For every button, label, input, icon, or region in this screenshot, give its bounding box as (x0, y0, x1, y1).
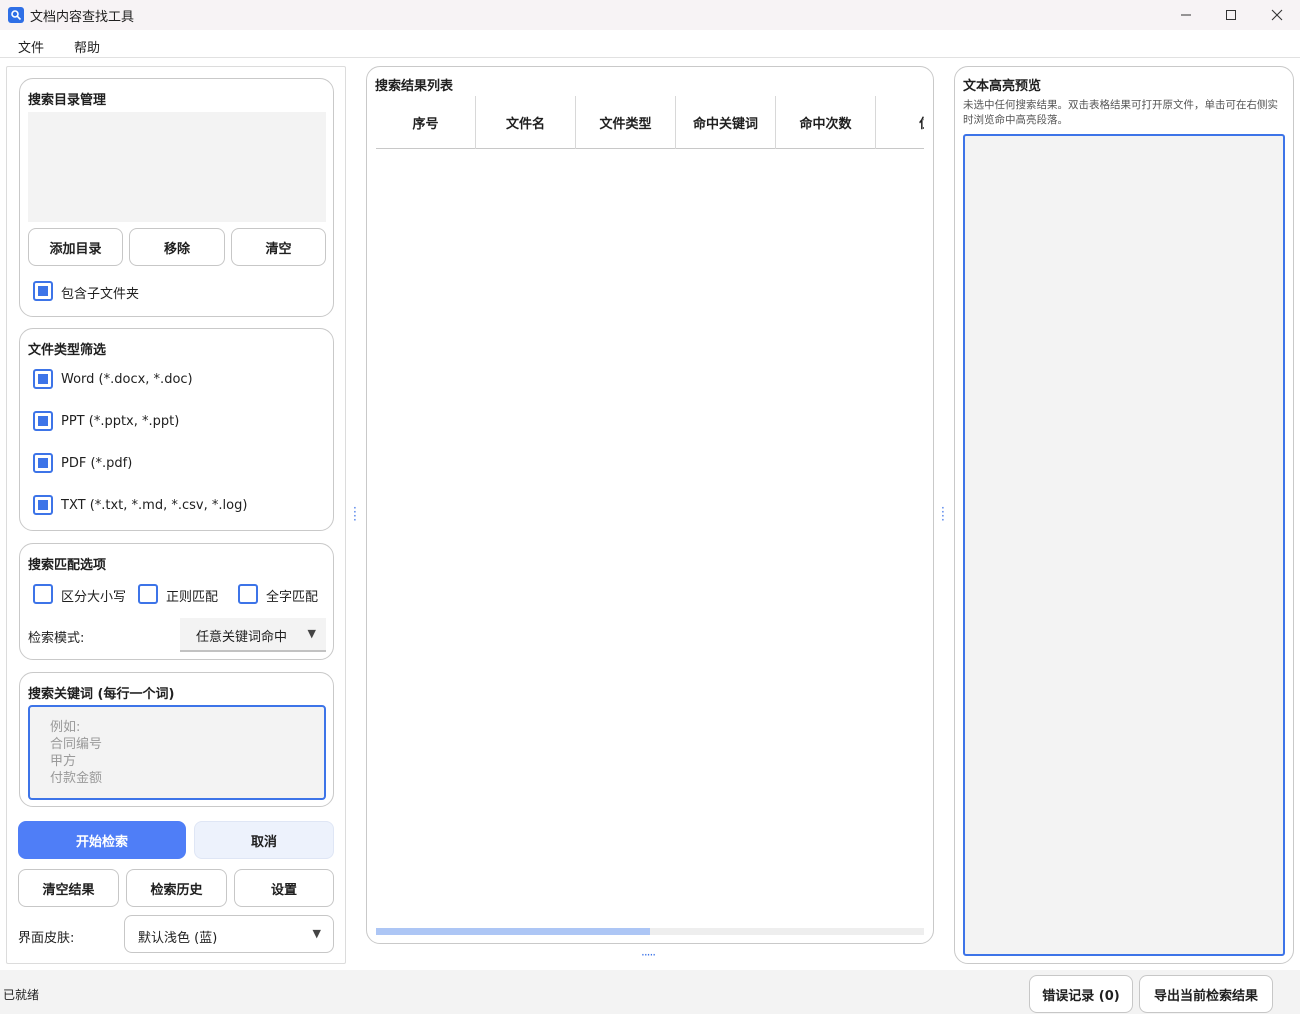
settings-button[interactable]: 设置 (234, 869, 334, 907)
keyword-group-title: 搜索关键词 (每行一个词) (28, 687, 175, 702)
filetype-txt-checkbox[interactable] (33, 495, 53, 515)
minimize-button[interactable] (1163, 0, 1209, 30)
column-header-filetype[interactable]: 文件类型 (576, 96, 676, 149)
search-mode-select[interactable]: 任意关键词命中 ▼ (180, 618, 326, 652)
placeholder-line: 合同编号 (50, 737, 103, 752)
preview-text-area[interactable] (963, 134, 1285, 956)
skin-value: 默认浅色 (蓝) (138, 931, 218, 946)
search-mode-value: 任意关键词命中 (196, 630, 288, 645)
scrollbar-thumb[interactable] (376, 928, 650, 935)
chevron-down-icon: ▼ (312, 927, 321, 940)
regex-label: 正则匹配 (166, 590, 219, 605)
menu-bar: 文件 帮助 (0, 30, 1300, 58)
error-log-button[interactable]: 错误记录 (0) (1029, 975, 1133, 1013)
include-subfolders-checkbox[interactable] (33, 281, 53, 301)
status-bar: 已就绪 错误记录 (0) 导出当前检索结果 (0, 970, 1300, 1014)
placeholder-line: 甲方 (50, 754, 77, 769)
app-search-icon (8, 7, 24, 23)
menu-file[interactable]: 文件 (18, 37, 44, 56)
window-title: 文档内容查找工具 (30, 10, 135, 25)
maximize-icon (1226, 10, 1236, 20)
start-search-button[interactable]: 开始检索 (18, 821, 186, 859)
column-header-keyword[interactable]: 命中关键词 (676, 96, 776, 149)
whole-word-label: 全字匹配 (266, 590, 319, 605)
search-history-button[interactable]: 检索历史 (126, 869, 227, 907)
left-splitter-handle[interactable]: · · · · (353, 502, 357, 526)
status-text: 已就绪 (3, 988, 40, 1002)
case-sensitive-checkbox[interactable] (33, 584, 53, 604)
title-bar: 文档内容查找工具 (0, 0, 1300, 30)
column-header-location[interactable]: 位 (876, 96, 924, 149)
filetype-word-checkbox[interactable] (33, 369, 53, 389)
add-directory-button[interactable]: 添加目录 (28, 228, 123, 266)
preview-panel: 文本高亮预览 未选中任何搜索结果。双击表格结果可打开原文件，单击可在右侧实时浏览… (954, 66, 1294, 964)
dir-group: 搜索目录管理 添加目录 移除 清空 包含子文件夹 (19, 78, 334, 317)
preview-hint: 未选中任何搜索结果。双击表格结果可打开原文件，单击可在右侧实时浏览命中高亮段落。 (963, 99, 1278, 126)
skin-label: 界面皮肤: (18, 931, 75, 946)
filetype-ppt-label: PPT (*.pptx, *.ppt) (61, 414, 180, 429)
match-options-title: 搜索匹配选项 (28, 558, 107, 573)
clear-directories-button[interactable]: 清空 (231, 228, 326, 266)
filetype-ppt-checkbox[interactable] (33, 411, 53, 431)
chevron-down-icon: ▼ (307, 627, 316, 640)
cancel-button[interactable]: 取消 (194, 821, 334, 859)
placeholder-line: 付款金额 (50, 771, 103, 786)
column-header-index[interactable]: 序号 (376, 96, 476, 149)
preview-title: 文本高亮预览 (963, 79, 1042, 94)
filetype-pdf-checkbox[interactable] (33, 453, 53, 473)
filetype-group-title: 文件类型筛选 (28, 343, 107, 358)
menu-help[interactable]: 帮助 (74, 37, 100, 56)
maximize-button[interactable] (1208, 0, 1254, 30)
whole-word-checkbox[interactable] (238, 584, 258, 604)
minimize-icon (1181, 14, 1191, 16)
right-splitter-handle[interactable]: · · · · (941, 502, 945, 526)
case-sensitive-label: 区分大小写 (61, 590, 127, 605)
skin-select[interactable]: 默认浅色 (蓝) ▼ (124, 915, 334, 953)
close-button[interactable] (1254, 0, 1300, 30)
include-subfolders-label: 包含子文件夹 (61, 287, 140, 302)
filetype-txt-label: TXT (*.txt, *.md, *.csv, *.log) (61, 498, 248, 513)
dir-group-title: 搜索目录管理 (28, 93, 107, 108)
dir-list[interactable] (28, 112, 326, 222)
horizontal-scrollbar[interactable] (376, 928, 924, 935)
regex-checkbox[interactable] (138, 584, 158, 604)
close-icon (1271, 9, 1283, 21)
left-panel: 搜索目录管理 添加目录 移除 清空 包含子文件夹 文件类型筛选 Word (*.… (6, 66, 346, 964)
keyword-group: 搜索关键词 (每行一个词) 例如: 合同编号 甲方 付款金额 (19, 672, 334, 807)
bottom-splitter-handle[interactable]: ····· (641, 948, 656, 962)
placeholder-line: 例如: (50, 720, 81, 735)
match-options-group: 搜索匹配选项 区分大小写 正则匹配 全字匹配 检索模式: 任意关键词命中 ▼ (19, 543, 334, 660)
clear-results-button[interactable]: 清空结果 (18, 869, 119, 907)
search-mode-label: 检索模式: (28, 631, 85, 646)
filetype-pdf-label: PDF (*.pdf) (61, 456, 133, 471)
keyword-input[interactable]: 例如: 合同编号 甲方 付款金额 (28, 705, 326, 800)
filetype-group: 文件类型筛选 Word (*.docx, *.doc) PPT (*.pptx,… (19, 328, 334, 531)
column-header-filename[interactable]: 文件名 (476, 96, 576, 149)
results-table: 序号 文件名 文件类型 命中关键词 命中次数 位 (376, 96, 924, 927)
column-header-hitcount[interactable]: 命中次数 (776, 96, 876, 149)
results-title: 搜索结果列表 (375, 79, 454, 94)
results-panel: 搜索结果列表 序号 文件名 文件类型 命中关键词 命中次数 位 (366, 66, 934, 944)
filetype-word-label: Word (*.docx, *.doc) (61, 372, 193, 387)
remove-directory-button[interactable]: 移除 (129, 228, 225, 266)
keyword-placeholder: 例如: 合同编号 甲方 付款金额 (50, 719, 102, 787)
export-results-button[interactable]: 导出当前检索结果 (1139, 975, 1273, 1013)
